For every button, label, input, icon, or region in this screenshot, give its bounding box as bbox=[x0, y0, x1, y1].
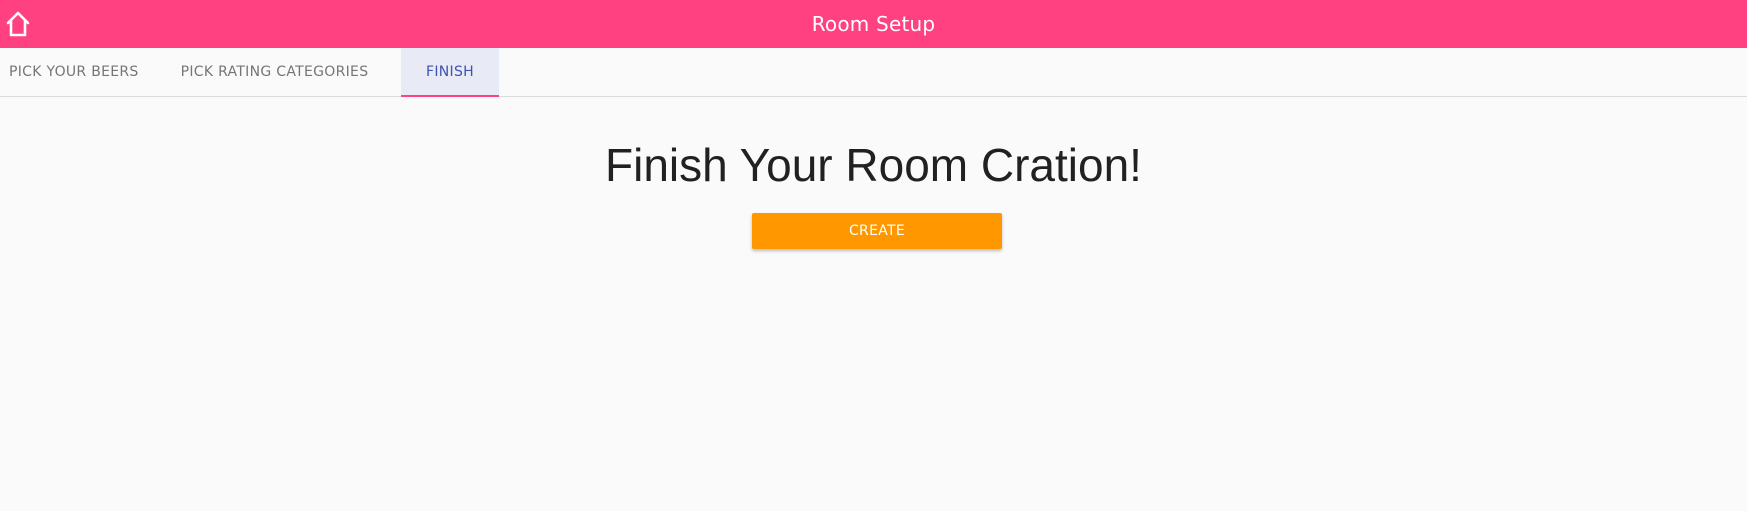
stepper-tabs: PICK YOUR BEERS PICK RATING CATEGORIES F… bbox=[0, 48, 1747, 97]
home-icon[interactable] bbox=[4, 10, 32, 38]
create-button[interactable]: CREATE bbox=[752, 213, 1002, 249]
tab-pick-your-beers[interactable]: PICK YOUR BEERS bbox=[0, 48, 148, 96]
main-content: Finish Your Room Cration! CREATE bbox=[0, 98, 1747, 511]
tab-finish[interactable]: FINISH bbox=[401, 48, 499, 97]
page-title: Room Setup bbox=[811, 12, 936, 36]
finish-heading: Finish Your Room Cration! bbox=[605, 139, 1142, 191]
app-bar: Room Setup bbox=[0, 0, 1747, 48]
tab-pick-rating-categories[interactable]: PICK RATING CATEGORIES bbox=[148, 48, 401, 96]
